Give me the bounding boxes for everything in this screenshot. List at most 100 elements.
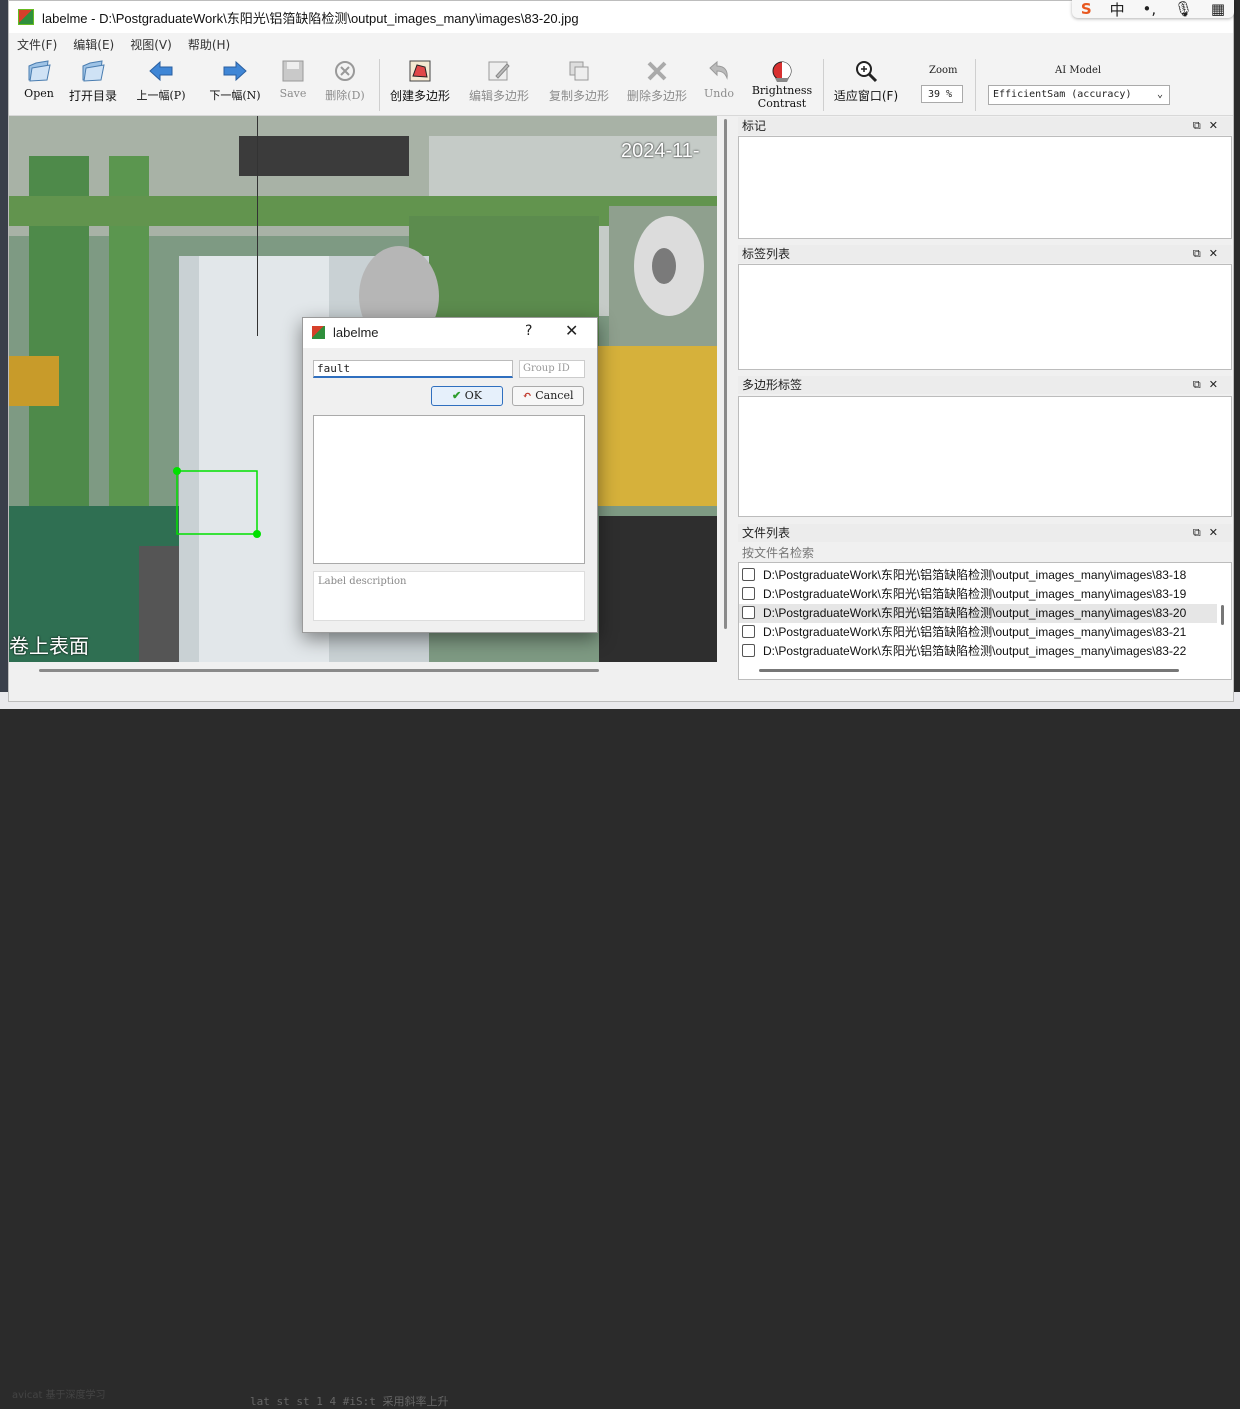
- file-list-scroll-thumb[interactable]: [1221, 605, 1224, 625]
- zoom-input[interactable]: 39 %: [921, 85, 963, 103]
- close-icon[interactable]: ✕: [565, 321, 578, 340]
- file-search-input[interactable]: 按文件名检索: [738, 544, 1232, 562]
- prev-image-label: 上一幅(P): [136, 89, 186, 102]
- cancel-button[interactable]: ↶ Cancel: [512, 386, 584, 406]
- save-button[interactable]: Save: [277, 58, 309, 100]
- menu-view[interactable]: 视图(V): [130, 36, 172, 53]
- menu-help[interactable]: 帮助(H): [188, 36, 230, 53]
- file-checkbox[interactable]: [742, 568, 755, 581]
- close-icon[interactable]: ✕: [1209, 119, 1226, 132]
- file-checkbox[interactable]: [742, 625, 755, 638]
- float-dock-icon[interactable]: ⧉: [1193, 119, 1209, 132]
- open-dir-button[interactable]: 打开目录: [65, 58, 121, 104]
- open-folder-icon: [26, 58, 52, 84]
- keyboard-grid-icon[interactable]: ▦: [1211, 0, 1225, 18]
- undo-arrow-icon: [706, 58, 732, 84]
- scroll-thumb[interactable]: [724, 119, 727, 629]
- undo-label: Undo: [703, 87, 735, 100]
- copy-polygon-button[interactable]: 复制多边形: [545, 58, 613, 104]
- prev-image-button[interactable]: 上一幅(P): [133, 58, 189, 103]
- fit-window-label: 适应窗口(F): [833, 89, 899, 103]
- canvas-horizontal-scrollbar[interactable]: [9, 663, 717, 675]
- open-directory-icon: [80, 58, 106, 84]
- close-icon[interactable]: ✕: [1209, 247, 1226, 260]
- ok-label: OK: [464, 389, 482, 402]
- contrast-label: Contrast: [757, 97, 807, 110]
- ai-model-label: AI Model: [1055, 65, 1102, 76]
- brightness-contrast-button[interactable]: Brightness Contrast: [747, 58, 817, 110]
- menu-file[interactable]: 文件(F): [17, 36, 57, 53]
- dialog-title-bar: labelme ? ✕: [303, 318, 597, 348]
- labelme-window: labelme - D:\PostgraduateWork\东阳光\铝箔缺陷检测…: [8, 0, 1234, 702]
- arrow-left-icon: [148, 58, 174, 84]
- punctuation-icon[interactable]: •,: [1142, 0, 1156, 18]
- next-image-button[interactable]: 下一幅(N): [205, 58, 265, 103]
- label-list-dock-title: 标签列表 ⧉✕: [738, 245, 1232, 263]
- open-button[interactable]: Open: [21, 58, 57, 100]
- file-list-item-selected[interactable]: D:\PostgraduateWork\东阳光\铝箔缺陷检测\output_im…: [739, 604, 1217, 623]
- vertex-handle: [253, 530, 261, 538]
- title-bar: labelme - D:\PostgraduateWork\东阳光\铝箔缺陷检测…: [9, 1, 1233, 33]
- vertex-handle: [173, 467, 181, 475]
- float-dock-icon[interactable]: ⧉: [1193, 526, 1209, 539]
- scroll-thumb[interactable]: [39, 669, 599, 672]
- create-polygon-label: 创建多边形: [389, 89, 450, 103]
- arrow-right-icon: [222, 58, 248, 84]
- dialog-title: labelme: [333, 325, 379, 340]
- file-checkbox[interactable]: [742, 644, 755, 657]
- delete-file-button[interactable]: 删除(D): [319, 58, 371, 103]
- edit-polygon-button[interactable]: 编辑多边形: [465, 58, 533, 104]
- label-name-input[interactable]: fault: [313, 360, 513, 378]
- save-disk-icon: [280, 58, 306, 84]
- save-label: Save: [279, 87, 307, 100]
- delete-cross-icon: [644, 58, 670, 84]
- selection-rectangle: [176, 470, 258, 535]
- file-checkbox[interactable]: [742, 606, 755, 619]
- flags-list[interactable]: [738, 136, 1232, 239]
- help-button[interactable]: ?: [525, 323, 532, 339]
- fit-window-button[interactable]: 适应窗口(F): [831, 58, 901, 104]
- polygon-labels-dock-title: 多边形标签 ⧉✕: [738, 376, 1232, 394]
- label-description-input[interactable]: Label description: [313, 571, 585, 621]
- ime-logo-icon[interactable]: S: [1081, 0, 1092, 18]
- canvas-vertical-scrollbar[interactable]: [719, 116, 732, 662]
- float-dock-icon[interactable]: ⧉: [1193, 378, 1209, 391]
- file-list-item[interactable]: D:\PostgraduateWork\东阳光\铝箔缺陷检测\output_im…: [739, 566, 1217, 585]
- create-polygon-button[interactable]: 创建多边形: [387, 58, 453, 104]
- copy-polygon-label: 复制多边形: [548, 89, 609, 103]
- next-image-label: 下一幅(N): [209, 89, 261, 102]
- close-icon[interactable]: ✕: [1209, 526, 1226, 539]
- toolbar-separator: [379, 59, 380, 111]
- open-label: Open: [24, 87, 54, 100]
- dialog-label-list[interactable]: [313, 415, 585, 564]
- delete-polygon-button[interactable]: 删除多边形: [623, 58, 691, 104]
- app-icon: [312, 326, 325, 339]
- brightness-label: Brightness: [751, 84, 813, 97]
- group-id-input[interactable]: Group ID: [519, 360, 585, 378]
- ok-button[interactable]: ✔ OK: [431, 386, 503, 406]
- edit-polygon-icon: [486, 58, 512, 84]
- toolbar: Open 打开目录 上一幅(P) 下一幅(N) Save 删除(D) 创建多边形…: [9, 55, 1233, 116]
- polygon-labels-list[interactable]: [738, 396, 1232, 517]
- window-title: labelme - D:\PostgraduateWork\东阳光\铝箔缺陷检测…: [42, 10, 579, 26]
- float-dock-icon[interactable]: ⧉: [1193, 247, 1209, 260]
- file-list-item[interactable]: D:\PostgraduateWork\东阳光\铝箔缺陷检测\output_im…: [739, 623, 1217, 642]
- file-list-item[interactable]: D:\PostgraduateWork\东阳光\铝箔缺陷检测\output_im…: [739, 585, 1217, 604]
- file-list-item[interactable]: D:\PostgraduateWork\东阳光\铝箔缺陷检测\output_im…: [739, 642, 1217, 661]
- close-icon[interactable]: ✕: [1209, 378, 1226, 391]
- file-list-dock-title: 文件列表 ⧉✕: [738, 524, 1232, 542]
- open-dir-label: 打开目录: [68, 89, 117, 103]
- background-code-text: lat st st 1 4 #iS:t 采用斜率上升: [250, 1395, 449, 1408]
- menu-edit[interactable]: 编辑(E): [73, 36, 114, 53]
- file-list-hscroll-thumb[interactable]: [759, 669, 1179, 672]
- file-checkbox[interactable]: [742, 587, 755, 600]
- flags-dock-label: 标记: [742, 119, 767, 133]
- microphone-icon[interactable]: 🎙: [1174, 0, 1193, 18]
- polygon-labels-dock-label: 多边形标签: [742, 378, 803, 392]
- undo-button[interactable]: Undo: [701, 58, 737, 100]
- menu-bar: 文件(F) 编辑(E) 视图(V) 帮助(H): [9, 33, 1233, 55]
- ai-model-select[interactable]: EfficientSam (accuracy) ⌄: [988, 85, 1170, 105]
- label-list[interactable]: [738, 264, 1232, 370]
- ime-language-toggle[interactable]: 中: [1110, 0, 1125, 20]
- label-dialog: labelme ? ✕ fault Group ID ✔ OK ↶ Cancel…: [302, 317, 598, 633]
